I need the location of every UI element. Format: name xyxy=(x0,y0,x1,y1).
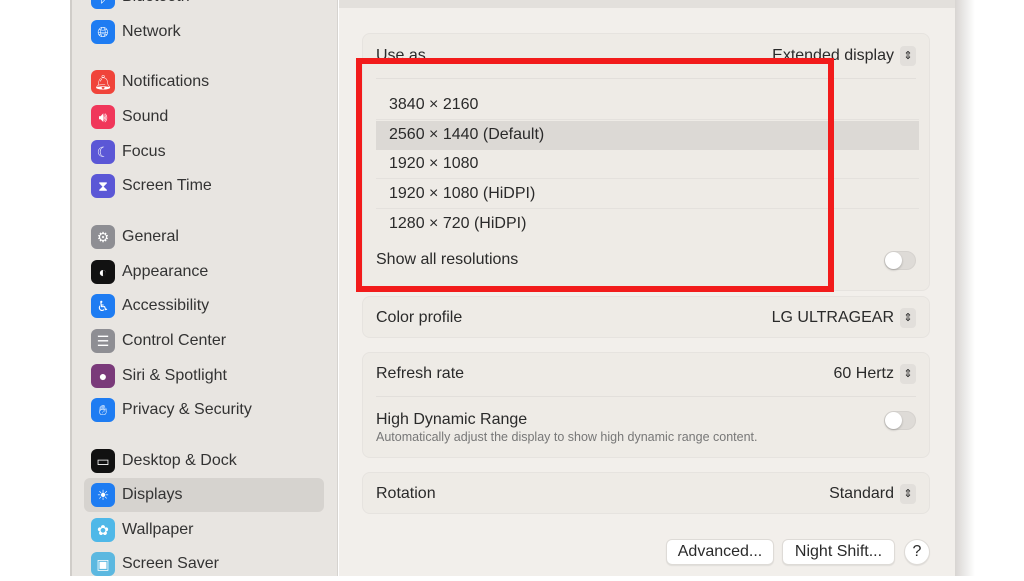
sidebar-item-screen-time[interactable]: ⧗ Screen Time xyxy=(84,169,324,203)
gear-icon: ⚙ xyxy=(91,225,115,249)
sidebar-item-label: Desktop & Dock xyxy=(122,452,237,469)
hdr-label: High Dynamic Range xyxy=(376,411,528,428)
display-arrangement-strip xyxy=(339,0,955,8)
stepper-icon: ⇕ xyxy=(900,308,916,328)
sidebar-item-accessibility[interactable]: ♿︎ Accessibility xyxy=(84,289,324,323)
sidebar-item-label: Wallpaper xyxy=(122,521,194,538)
globe-icon: 🌐︎ xyxy=(91,20,115,44)
sidebar-item-siri-spotlight[interactable]: ● Siri & Spotlight xyxy=(84,359,324,393)
sidebar-item-label: Appearance xyxy=(122,263,209,280)
sidebar-item-general[interactable]: ⚙ General xyxy=(84,220,324,254)
sun-icon: ☀ xyxy=(91,483,115,507)
flower-icon: ✿ xyxy=(91,518,115,542)
toggles-icon: ☰ xyxy=(91,329,115,353)
speaker-icon: 🔊︎ xyxy=(91,105,115,129)
hourglass-icon: ⧗ xyxy=(91,174,115,198)
rotation-label: Rotation xyxy=(376,485,436,502)
sidebar-item-desktop-dock[interactable]: ▭ Desktop & Dock xyxy=(84,444,324,478)
color-profile-label: Color profile xyxy=(376,309,463,326)
sidebar-item-network[interactable]: 🌐︎ Network xyxy=(84,15,324,49)
hdr-toggle[interactable] xyxy=(884,410,916,430)
sidebar-item-label: General xyxy=(122,228,179,245)
bluetooth-icon: ᛒ xyxy=(91,0,115,9)
moon-icon: ☾ xyxy=(91,140,115,164)
sidebar-item-sound[interactable]: 🔊︎ Sound xyxy=(84,100,324,134)
sidebar-item-label: Bluetooth xyxy=(122,0,190,6)
sidebar-item-label: Focus xyxy=(122,143,166,160)
sidebar-item-label: Accessibility xyxy=(122,297,210,314)
stepper-icon: ⇕ xyxy=(900,364,916,384)
sidebar-item-appearance[interactable]: ◐ Appearance xyxy=(84,255,324,289)
sidebar-item-privacy-security[interactable]: ✋︎ Privacy & Security xyxy=(84,393,324,427)
sidebar-item-label: Screen Time xyxy=(122,177,212,194)
refresh-hdr-card: Refresh rate 60 Hertz ⇕ High Dynamic Rang… xyxy=(362,352,930,458)
sidebar-item-label: Siri & Spotlight xyxy=(122,367,227,384)
hand-icon: ✋︎ xyxy=(91,398,115,422)
highlight-annotation-box xyxy=(356,58,834,292)
dock-icon: ▭ xyxy=(91,449,115,473)
rotation-popup[interactable]: Standard ⇕ xyxy=(829,484,916,504)
bell-icon: 🔔︎ xyxy=(91,70,115,94)
sidebar: ᛒ Bluetooth 🌐︎ Network 🔔︎ Notifications 🔊︎ Soun… xyxy=(72,0,338,576)
appearance-icon: ◐ xyxy=(91,260,115,284)
refresh-rate-popup[interactable]: 60 Hertz ⇕ xyxy=(834,364,916,384)
rotation-card: Rotation Standard ⇕ xyxy=(362,472,930,514)
sidebar-item-label: Network xyxy=(122,23,181,40)
help-button[interactable]: ? xyxy=(904,539,930,565)
sidebar-item-displays[interactable]: ☀ Displays xyxy=(84,478,324,512)
divider xyxy=(376,396,916,397)
sidebar-item-wallpaper[interactable]: ✿ Wallpaper xyxy=(84,513,324,547)
advanced-button[interactable]: Advanced... xyxy=(666,539,774,565)
sidebar-item-control-center[interactable]: ☰ Control Center xyxy=(84,324,324,358)
accessibility-icon: ♿︎ xyxy=(91,294,115,318)
sidebar-item-label: Notifications xyxy=(122,73,210,90)
show-all-resolutions-toggle[interactable] xyxy=(884,250,916,270)
rotation-value: Standard xyxy=(829,485,894,502)
hdr-description: Automatically adjust the display to show… xyxy=(376,430,758,444)
refresh-rate-value: 60 Hertz xyxy=(833,365,894,382)
refresh-rate-label: Refresh rate xyxy=(376,365,465,382)
sidebar-item-notifications[interactable]: 🔔︎ Notifications xyxy=(84,65,324,99)
sidebar-item-label: Screen Saver xyxy=(122,555,219,572)
color-profile-card: Color profile LG ULTRAGEAR ⇕ xyxy=(362,296,930,338)
sidebar-item-focus[interactable]: ☾ Focus xyxy=(84,135,324,169)
color-profile-popup[interactable]: LG ULTRAGEAR ⇕ xyxy=(772,308,916,328)
sidebar-item-label: Sound xyxy=(122,108,169,125)
sidebar-item-label: Control Center xyxy=(122,332,227,349)
screensaver-icon: ▣ xyxy=(91,552,115,576)
stepper-icon: ⇕ xyxy=(900,484,916,504)
night-shift-button[interactable]: Night Shift... xyxy=(782,539,895,565)
window-shadow xyxy=(955,0,975,576)
sidebar-item-label: Displays xyxy=(122,486,183,503)
color-profile-value: LG ULTRAGEAR xyxy=(771,309,894,326)
sidebar-item-label: Privacy & Security xyxy=(122,401,252,418)
siri-icon: ● xyxy=(91,364,115,388)
sidebar-item-bluetooth[interactable]: ᛒ Bluetooth xyxy=(84,0,324,14)
stepper-icon: ⇕ xyxy=(900,46,916,66)
